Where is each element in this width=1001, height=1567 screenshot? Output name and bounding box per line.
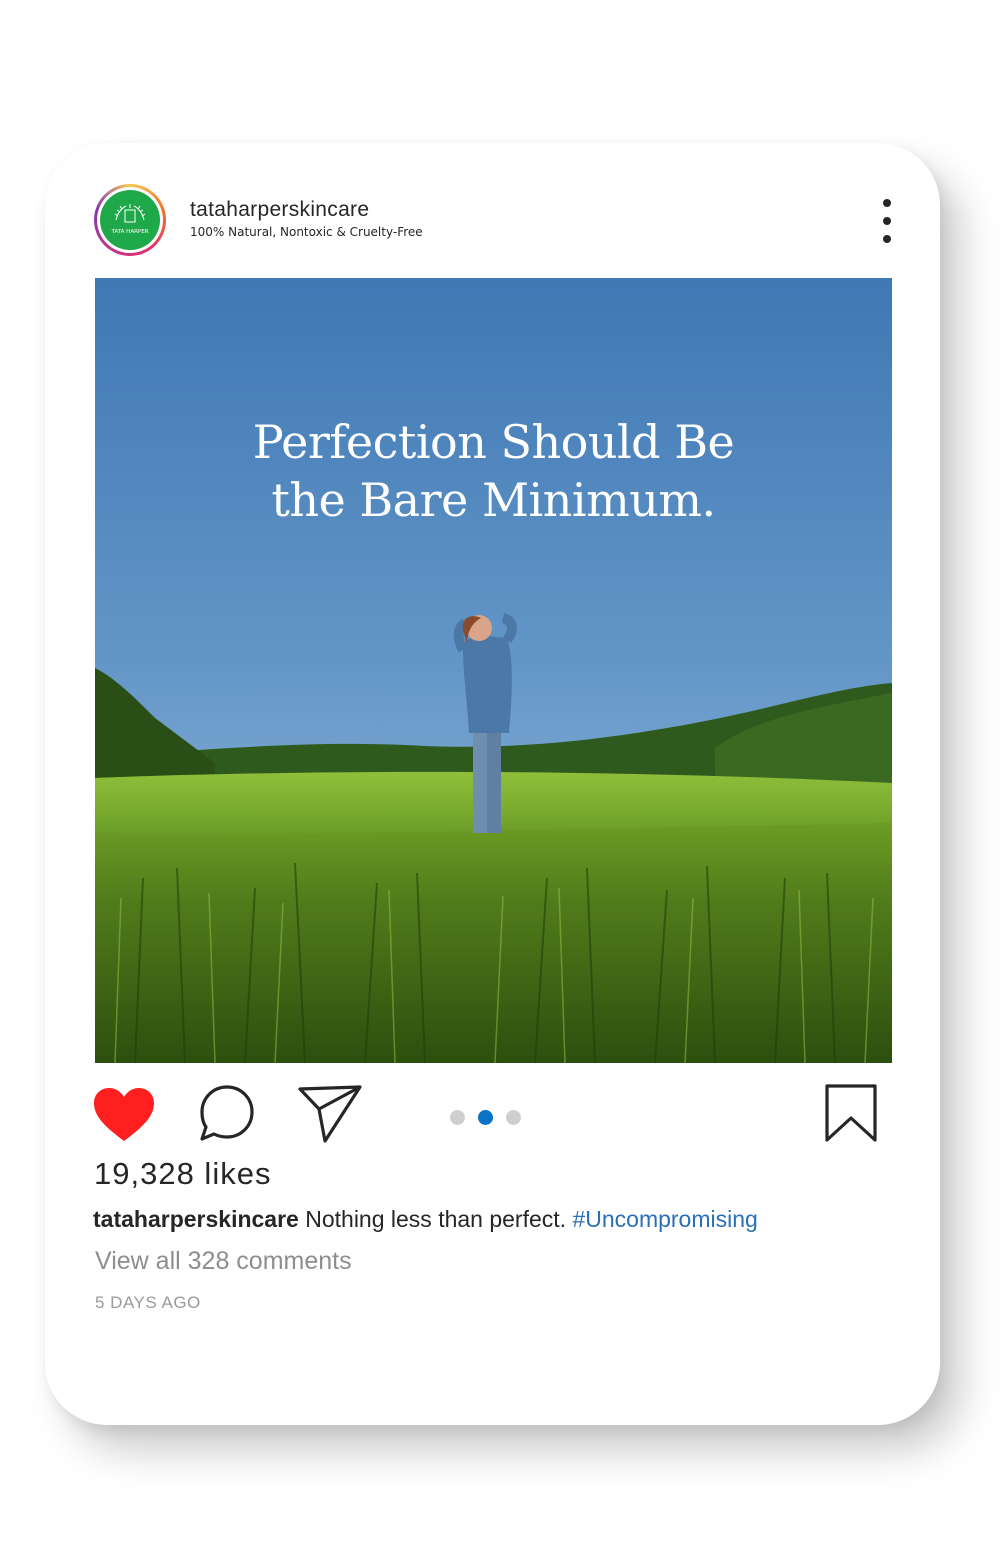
post-caption: tataharperskincare Nothing less than per… [93, 1206, 893, 1233]
more-options-icon[interactable] [873, 199, 901, 243]
carousel-dot[interactable] [450, 1110, 465, 1125]
view-comments-link[interactable]: View all 328 comments [95, 1247, 352, 1276]
likes-count[interactable]: 19,328 likes [94, 1156, 271, 1192]
post-header: TATA HARPER tataharperskincare 100% Natu… [45, 143, 940, 278]
profile-tagline: 100% Natural, Nontoxic & Cruelty-Free [190, 225, 423, 239]
post-headline: Perfection Should Be the Bare Minimum. [95, 413, 892, 529]
carousel-indicator [450, 1110, 521, 1125]
post-image[interactable]: Perfection Should Be the Bare Minimum. [95, 278, 892, 1063]
caption-text: Nothing less than perfect. [298, 1206, 573, 1232]
avatar[interactable]: TATA HARPER [94, 184, 166, 256]
caption-username[interactable]: tataharperskincare [93, 1206, 299, 1232]
post-card: TATA HARPER tataharperskincare 100% Natu… [45, 143, 940, 1425]
carousel-dot[interactable] [506, 1110, 521, 1125]
post-timestamp: 5 DAYS AGO [95, 1293, 201, 1312]
avatar-logo-text: TATA HARPER [110, 229, 148, 235]
post-actions [45, 1078, 940, 1148]
caption-hashtag[interactable]: #Uncompromising [572, 1206, 757, 1232]
headline-line-2: the Bare Minimum. [271, 473, 716, 527]
comment-icon[interactable] [198, 1083, 256, 1143]
carousel-dot-active[interactable] [478, 1110, 493, 1125]
bookmark-icon[interactable] [823, 1082, 879, 1144]
headline-line-1: Perfection Should Be [252, 415, 735, 469]
post-username[interactable]: tataharperskincare [190, 198, 369, 222]
brand-logo: TATA HARPER [100, 190, 160, 250]
share-icon[interactable] [297, 1083, 363, 1143]
heart-icon[interactable] [92, 1086, 156, 1144]
